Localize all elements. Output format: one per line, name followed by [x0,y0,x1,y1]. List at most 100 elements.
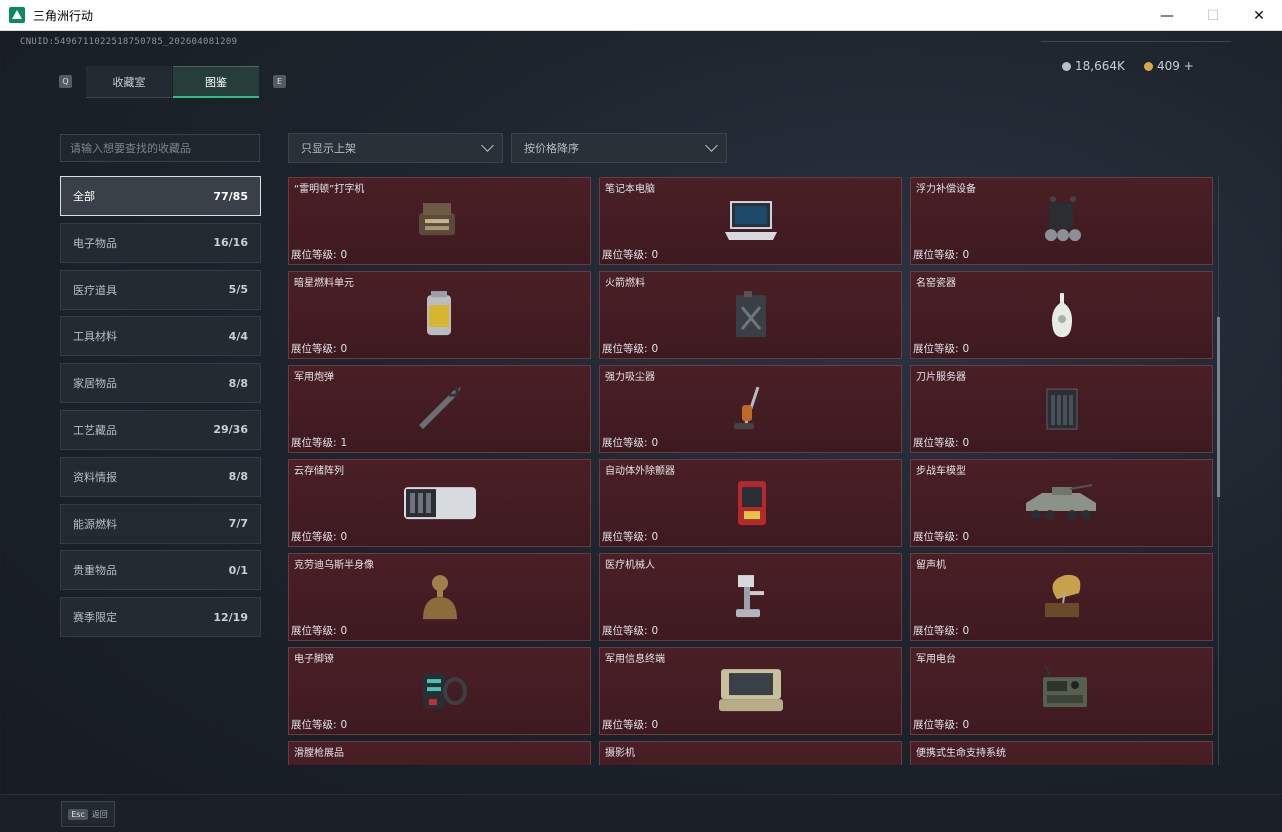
collectible-name: 滑膛枪展品 [294,748,344,759]
booth-level: 展位等级: 0 [602,341,658,356]
close-button[interactable]: ✕ [1236,0,1282,31]
category-medical[interactable]: 医疗道具 5/5 [60,269,261,310]
category-count: 8/8 [228,470,248,484]
collectible-card[interactable]: 医疗机械人展位等级: 0 [599,553,902,641]
collectible-card[interactable]: 克劳迪乌斯半身像展位等级: 0 [288,553,591,641]
collectible-search-input[interactable] [60,134,260,162]
booth-level-value: 0 [962,625,970,637]
booth-level: 展位等级: 0 [913,717,969,732]
tab-prev-key-hint[interactable]: Q [59,75,72,88]
laptop-icon [723,196,779,248]
currency-gold[interactable]: 409 + [1144,59,1194,73]
collectible-card[interactable]: 浮力补偿设备 展位等级: 0 [910,177,1213,265]
booth-level: 展位等级: 0 [602,623,658,638]
gramophone-icon [1035,571,1089,625]
booth-level: 展位等级: 0 [602,529,658,544]
category-count: 77/85 [213,189,248,203]
collectible-card[interactable]: 暗星燃料单元 展位等级: 0 [288,271,591,359]
chevron-down-icon [705,139,718,152]
window-controls: — ☐ ✕ [1144,0,1282,31]
collectible-name: 留声机 [916,560,946,571]
sort-dropdown[interactable]: 按价格降序 [511,133,727,163]
silver-amount: 18,664K [1075,59,1125,73]
maximize-button[interactable]: ☐ [1190,0,1236,31]
fuel-cell-icon [413,289,467,343]
category-count: 4/4 [228,329,248,343]
scrollbar-thumb[interactable] [1217,317,1220,497]
category-list: 全部 77/85 电子物品 16/16 医疗道具 5/5 工具材料 4/4 家居… [60,176,261,644]
collectible-name: 便携式生命支持系统 [916,748,1006,759]
sort-value: 按价格降序 [524,142,579,155]
collectible-name: 克劳迪乌斯半身像 [294,560,374,571]
collectible-name: 步战车模型 [916,466,966,477]
bust-icon [413,571,467,625]
collectible-card[interactable]: 刀片服务器 展位等级: 0 [910,365,1213,453]
collectible-card[interactable]: 名窑瓷器 展位等级: 0 [910,271,1213,359]
category-count: 8/8 [228,376,248,390]
collectible-name: 刀片服务器 [916,372,966,383]
collectible-card[interactable]: 军用电台 展位等级: 0 [910,647,1213,735]
blade-server-icon [1035,383,1089,437]
booth-level-value: 1 [340,437,348,449]
category-valuables[interactable]: 贵重物品 0/1 [60,550,261,591]
category-household[interactable]: 家居物品 8/8 [60,363,261,404]
collectible-name: 电子脚镣 [294,654,334,665]
buoyancy-device-icon [1035,195,1089,249]
ankle-monitor-icon [413,665,467,719]
booth-level-value: 0 [962,343,970,355]
back-label: 返回 [91,809,108,819]
category-label: 资料情报 [73,470,117,484]
collectible-card[interactable]: 军用信息终端 展位等级: 0 [599,647,902,735]
booth-level-label: 展位等级: [602,625,648,637]
collectible-card[interactable]: 电子脚镣 展位等级: 0 [288,647,591,735]
collectible-card[interactable]: 便携式生命支持系统 [910,741,1213,765]
minimize-button[interactable]: — [1144,0,1190,31]
booth-level-value: 0 [340,343,348,355]
booth-level-value: 0 [962,437,970,449]
collectible-card[interactable]: 步战车模型 展位等级: 0 [910,459,1213,547]
collectible-card[interactable]: 强力吸尘器 展位等级: 0 [599,365,902,453]
tab-catalog[interactable]: 图鉴 [173,66,259,98]
back-button[interactable]: Esc 返回 [61,801,115,827]
typewriter-icon [413,195,467,249]
tab-next-key-hint[interactable]: E [273,75,286,88]
booth-level: 展位等级: 0 [602,717,658,732]
tab-collection-room[interactable]: 收藏室 [86,66,172,98]
category-intel[interactable]: 资料情报 8/8 [60,456,261,497]
collectible-card[interactable]: 火箭燃料 展位等级: 0 [599,271,902,359]
booth-level-value: 0 [651,719,659,731]
shelf-filter-dropdown[interactable]: 只显示上架 [288,133,503,163]
booth-level-label: 展位等级: [602,343,648,355]
medical-robot-icon [724,571,778,625]
collectible-card[interactable]: 滑膛枪展品 [288,741,591,765]
life-support-icon [1035,759,1089,765]
collectible-card[interactable]: 笔记本电脑 展位等级: 0 [599,177,902,265]
booth-level: 展位等级: 0 [602,435,658,450]
category-all[interactable]: 全部 77/85 [60,176,261,216]
collectible-name: “雷明顿”打字机 [294,184,365,195]
category-label: 能源燃料 [73,517,117,531]
collectible-name: 医疗机械人 [605,560,655,571]
collectible-card[interactable]: 留声机 展位等级: 0 [910,553,1213,641]
category-electronics[interactable]: 电子物品 16/16 [60,222,261,263]
collectible-card[interactable]: “雷明顿”打字机展位等级: 0 [288,177,591,265]
category-fuel[interactable]: 能源燃料 7/7 [60,503,261,544]
booth-level-label: 展位等级: [602,719,648,731]
collectible-card[interactable]: 自动体外除颤器 展位等级: 0 [599,459,902,547]
silver-coin-icon [1062,61,1071,71]
grid-scrollbar[interactable] [1216,177,1222,765]
category-tools[interactable]: 工具材料 4/4 [60,316,261,357]
booth-level: 展位等级: 0 [291,247,347,262]
booth-level-label: 展位等级: [291,343,337,355]
collectible-card[interactable]: 摄影机 [599,741,902,765]
booth-level: 展位等级: 0 [291,529,347,544]
booth-level: 展位等级: 0 [291,623,347,638]
booth-level: 展位等级: 0 [913,247,969,262]
porcelain-vase-icon [1035,289,1089,343]
category-season-limited[interactable]: 赛季限定 12/19 [60,597,261,638]
collectible-grid: “雷明顿”打字机 展位等级: 0 笔记本电脑 展位等级: 0 浮力补偿设备 展位等级: 0 暗星燃… [288,177,1213,765]
category-crafts[interactable]: 工艺藏品 29/36 [60,409,261,450]
collectible-card[interactable]: 云存储阵列 展位等级: 0 [288,459,591,547]
collectible-card[interactable]: 军用炮弹 展位等级: 1 [288,365,591,453]
booth-level-value: 0 [340,719,348,731]
